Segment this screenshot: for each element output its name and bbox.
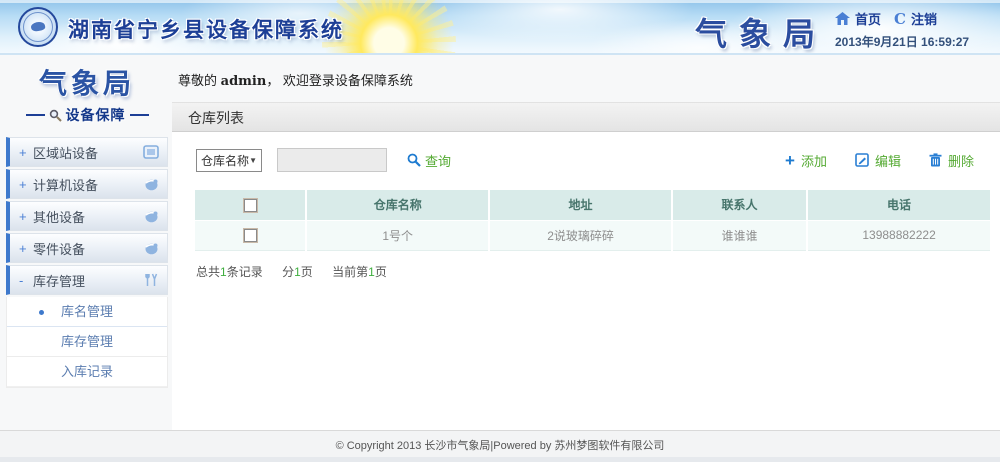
sidebar-submenu-inventory: 库名管理 库存管理 入库记录 (6, 297, 168, 388)
app-header: 湖南省宁乡县设备保障系统 气象局 首页 C 注销 2013年9月21日 16:5… (0, 0, 1000, 55)
collapse-minus-icon: - (19, 273, 33, 288)
pencil-square-icon (855, 153, 869, 167)
home-icon[interactable] (835, 12, 850, 25)
logout-link[interactable]: 注销 (911, 9, 937, 28)
cell-phone: 13988882222 (807, 220, 990, 250)
mouse-icon (141, 209, 159, 223)
column-header-address: 地址 (489, 190, 672, 220)
cell-address: 2说玻璃碎碎 (489, 220, 672, 250)
footer-bottom-strip (0, 457, 1000, 462)
cell-warehouse-name: 1号个 (306, 220, 489, 250)
trash-icon (929, 153, 942, 167)
query-button[interactable]: 查询 (407, 151, 451, 170)
sidebar-logo-subtitle: 设备保障 (66, 105, 126, 125)
table-row[interactable]: 1号个 2说玻璃碎碎 谁谁谁 13988882222 (195, 220, 990, 250)
refresh-c-icon[interactable]: C (894, 10, 906, 28)
sidebar-item-other-equipment[interactable]: + 其他设备 (6, 201, 168, 231)
sidebar-item-computer-equipment[interactable]: + 计算机设备 (6, 169, 168, 199)
toolbar: 仓库名称 ▼ 查询 + 添加 (172, 132, 1000, 184)
expand-plus-icon: + (19, 209, 33, 224)
sidebar-menu: + 区域站设备 + 计算机设备 + 其他设备 (6, 137, 168, 388)
sidebar: 气象局 设备保障 + 区域站设备 + (6, 58, 168, 388)
search-input[interactable] (277, 148, 387, 172)
expand-plus-icon: + (19, 241, 33, 256)
bureau-title: 气象局 (686, 9, 836, 55)
welcome-message: 尊敬的 admin， 欢迎登录设备保障系统 (172, 55, 1000, 89)
tools-icon (141, 273, 159, 287)
chevron-down-icon: ▼ (249, 156, 257, 165)
row-checkbox[interactable] (244, 229, 257, 242)
expand-plus-icon: + (19, 145, 33, 160)
current-page-number: 1 (368, 265, 375, 279)
magnifier-icon (407, 153, 421, 167)
magnifier-icon (49, 109, 62, 122)
main-content: 尊敬的 admin， 欢迎登录设备保障系统 仓库列表 仓库名称 ▼ 查询 (172, 55, 1000, 430)
tagline-rule-left (26, 114, 45, 116)
search-field-select[interactable]: 仓库名称 ▼ (196, 149, 262, 172)
sidebar-tagline: 设备保障 (6, 105, 168, 125)
cell-contact: 谁谁谁 (672, 220, 807, 250)
sidebar-item-stock-management[interactable]: 库存管理 (7, 327, 167, 357)
system-title: 湖南省宁乡县设备保障系统 (68, 14, 344, 44)
column-header-name: 仓库名称 (306, 190, 489, 220)
edit-button[interactable]: 编辑 (855, 151, 901, 170)
footer: © Copyright 2013 长沙市气象局|Powered by 苏州梦图软… (0, 430, 1000, 462)
mouse-icon (141, 177, 159, 191)
home-link[interactable]: 首页 (855, 9, 881, 28)
add-button[interactable]: + 添加 (785, 151, 827, 170)
active-bullet-icon (39, 310, 44, 315)
sidebar-item-region-station-equipment[interactable]: + 区域站设备 (6, 137, 168, 167)
mouse-icon (141, 241, 159, 255)
tagline-rule-right (130, 114, 149, 116)
total-pages-count: 1 (294, 265, 301, 279)
sidebar-logo: 气象局 设备保障 (6, 58, 168, 125)
monitor-icon (141, 145, 159, 159)
expand-plus-icon: + (19, 177, 33, 192)
warehouse-table: 仓库名称 地址 联系人 电话 1号个 2说玻璃碎碎 谁谁谁 1398888222… (195, 190, 990, 251)
plus-icon: + (785, 152, 795, 169)
copyright-text: © Copyright 2013 长沙市气象局|Powered by 苏州梦图软… (336, 437, 665, 453)
table-header-row: 仓库名称 地址 联系人 电话 (195, 190, 990, 220)
datetime-display: 2013年9月21日 16:59:27 (835, 33, 990, 50)
column-header-phone: 电话 (807, 190, 990, 220)
sidebar-logo-title: 气象局 (6, 62, 168, 102)
sidebar-item-warehouse-name-management[interactable]: 库名管理 (7, 297, 167, 327)
sidebar-item-inventory-management[interactable]: - 库存管理 (6, 265, 168, 295)
pagination: 总共1条记录 分1页 当前第1页 (172, 251, 1000, 280)
current-username: admin (221, 74, 267, 89)
delete-button[interactable]: 删除 (929, 151, 974, 170)
bureau-logo-icon (18, 7, 58, 47)
column-header-contact: 联系人 (672, 190, 807, 220)
sidebar-item-inbound-records[interactable]: 入库记录 (7, 357, 167, 387)
panel-title: 仓库列表 (172, 102, 1000, 132)
warehouse-list-panel: 仓库列表 仓库名称 ▼ 查询 + 添加 (172, 102, 1000, 430)
select-all-checkbox[interactable] (244, 199, 257, 212)
sidebar-item-parts-equipment[interactable]: + 零件设备 (6, 233, 168, 263)
total-records-count: 1 (220, 265, 227, 279)
header-nav: 首页 C 注销 2013年9月21日 16:59:27 (835, 9, 990, 50)
